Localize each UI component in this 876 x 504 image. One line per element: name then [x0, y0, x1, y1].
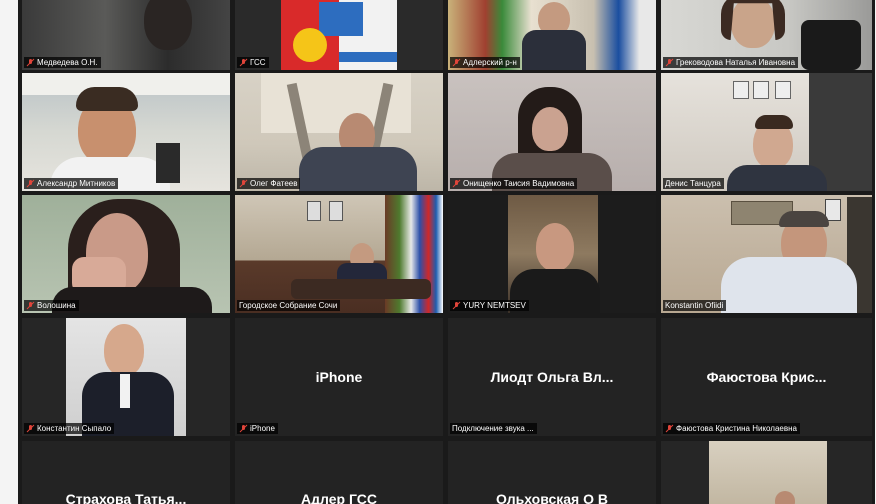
participant-name: Адлерский р-н: [463, 58, 517, 67]
participant-display-name: Лиодт Ольга Вл...: [490, 369, 614, 385]
participant-tile[interactable]: Ольховская О В: [448, 441, 656, 504]
participant-label: Волошина: [24, 300, 79, 311]
mic-muted-icon: [26, 58, 35, 67]
participant-tile[interactable]: Фаюстова Крис... Фаюстова Кристина Никол…: [661, 318, 872, 436]
participant-label: YURY NEMTSEV: [450, 300, 529, 311]
participant-label: Олег Фатеев: [237, 178, 301, 189]
mic-muted-icon: [26, 179, 35, 188]
participant-label: Онищенко Таисия Вадимовна: [450, 178, 578, 189]
mic-muted-icon: [239, 58, 248, 67]
participant-display-name: Ольховская О В: [496, 491, 608, 504]
participant-name: Волошина: [37, 301, 76, 310]
participant-tile[interactable]: Городское Собрание Сочи: [235, 195, 443, 313]
participant-tile-active-speaker[interactable]: Konstantin Ofiidi: [661, 195, 872, 313]
participant-label: Александр Митников: [24, 178, 119, 189]
participant-display-name: iPhone: [315, 369, 363, 385]
mic-muted-icon: [665, 58, 674, 67]
participant-tile[interactable]: ГСС: [235, 0, 443, 70]
participant-label: Медведева О.Н.: [24, 57, 101, 68]
participant-name: Константин Сыпало: [37, 424, 112, 433]
participant-name: ГСС: [250, 58, 266, 67]
participant-tile[interactable]: YURY NEMTSEV: [448, 195, 656, 313]
mic-muted-icon: [665, 424, 674, 433]
mic-muted-icon: [452, 301, 461, 310]
participant-tile[interactable]: Денис Танцура: [661, 73, 872, 191]
mic-muted-icon: [452, 179, 461, 188]
participant-tile[interactable]: Лиодт Ольга Вл... Подключение звука ...: [448, 318, 656, 436]
participant-tile[interactable]: Медведева О.Н.: [22, 0, 230, 70]
participant-label: Городское Собрание Сочи: [237, 300, 341, 311]
participant-label: iPhone: [237, 423, 278, 434]
participant-tile[interactable]: Олег Фатеев: [235, 73, 443, 191]
participant-label: ГСС: [237, 57, 269, 68]
video-grid: Медведева О.Н. ГСС Адлерский р-н Греково…: [18, 0, 875, 504]
participant-name: Олег Фатеев: [250, 179, 298, 188]
participant-name: Фаюстова Кристина Николаевна: [676, 424, 797, 433]
participant-name: Медведева О.Н.: [37, 58, 98, 67]
participant-tile[interactable]: Александр Митников: [22, 73, 230, 191]
participant-label: Адлерский р-н: [450, 57, 520, 68]
flag-image: [281, 0, 397, 70]
participant-tile[interactable]: Адлер ГСС: [235, 441, 443, 504]
participant-name: Городское Собрание Сочи: [239, 301, 338, 310]
participant-label: Фаюстова Кристина Николаевна: [663, 423, 800, 434]
mic-muted-icon: [26, 301, 35, 310]
mic-muted-icon: [26, 424, 35, 433]
participant-name: YURY NEMTSEV: [463, 301, 526, 310]
participant-name: Онищенко Таисия Вадимовна: [463, 179, 575, 188]
participant-tile[interactable]: Страхова Татья...: [22, 441, 230, 504]
participant-label: Konstantin Ofiidi: [663, 300, 727, 311]
participant-label: Подключение звука ...: [450, 423, 537, 434]
participant-tile[interactable]: Онищенко Таисия Вадимовна: [448, 73, 656, 191]
participant-label: Греководова Наталья Ивановна: [663, 57, 799, 68]
mic-muted-icon: [239, 179, 248, 188]
participant-tile[interactable]: Греководова Наталья Ивановна: [661, 0, 872, 70]
participant-display-name: Фаюстова Крис...: [706, 369, 827, 385]
participant-label: Константин Сыпало: [24, 423, 115, 434]
participant-name: Денис Танцура: [665, 179, 721, 188]
participant-label: Денис Танцура: [663, 178, 724, 189]
participant-display-name: Страхова Татья...: [65, 491, 187, 504]
participant-name: Konstantin Ofiidi: [665, 301, 724, 310]
participant-name: Подключение звука ...: [452, 424, 534, 433]
participant-name: Греководова Наталья Ивановна: [676, 58, 796, 67]
participant-tile[interactable]: Константин Сыпало: [22, 318, 230, 436]
mic-muted-icon: [452, 58, 461, 67]
participant-tile[interactable]: [661, 441, 872, 504]
participant-tile[interactable]: iPhone iPhone: [235, 318, 443, 436]
participant-tile[interactable]: Волошина: [22, 195, 230, 313]
participant-name: iPhone: [250, 424, 275, 433]
mic-muted-icon: [239, 424, 248, 433]
participant-tile[interactable]: Адлерский р-н: [448, 0, 656, 70]
participant-display-name: Адлер ГСС: [301, 491, 377, 504]
participant-name: Александр Митников: [37, 179, 116, 188]
